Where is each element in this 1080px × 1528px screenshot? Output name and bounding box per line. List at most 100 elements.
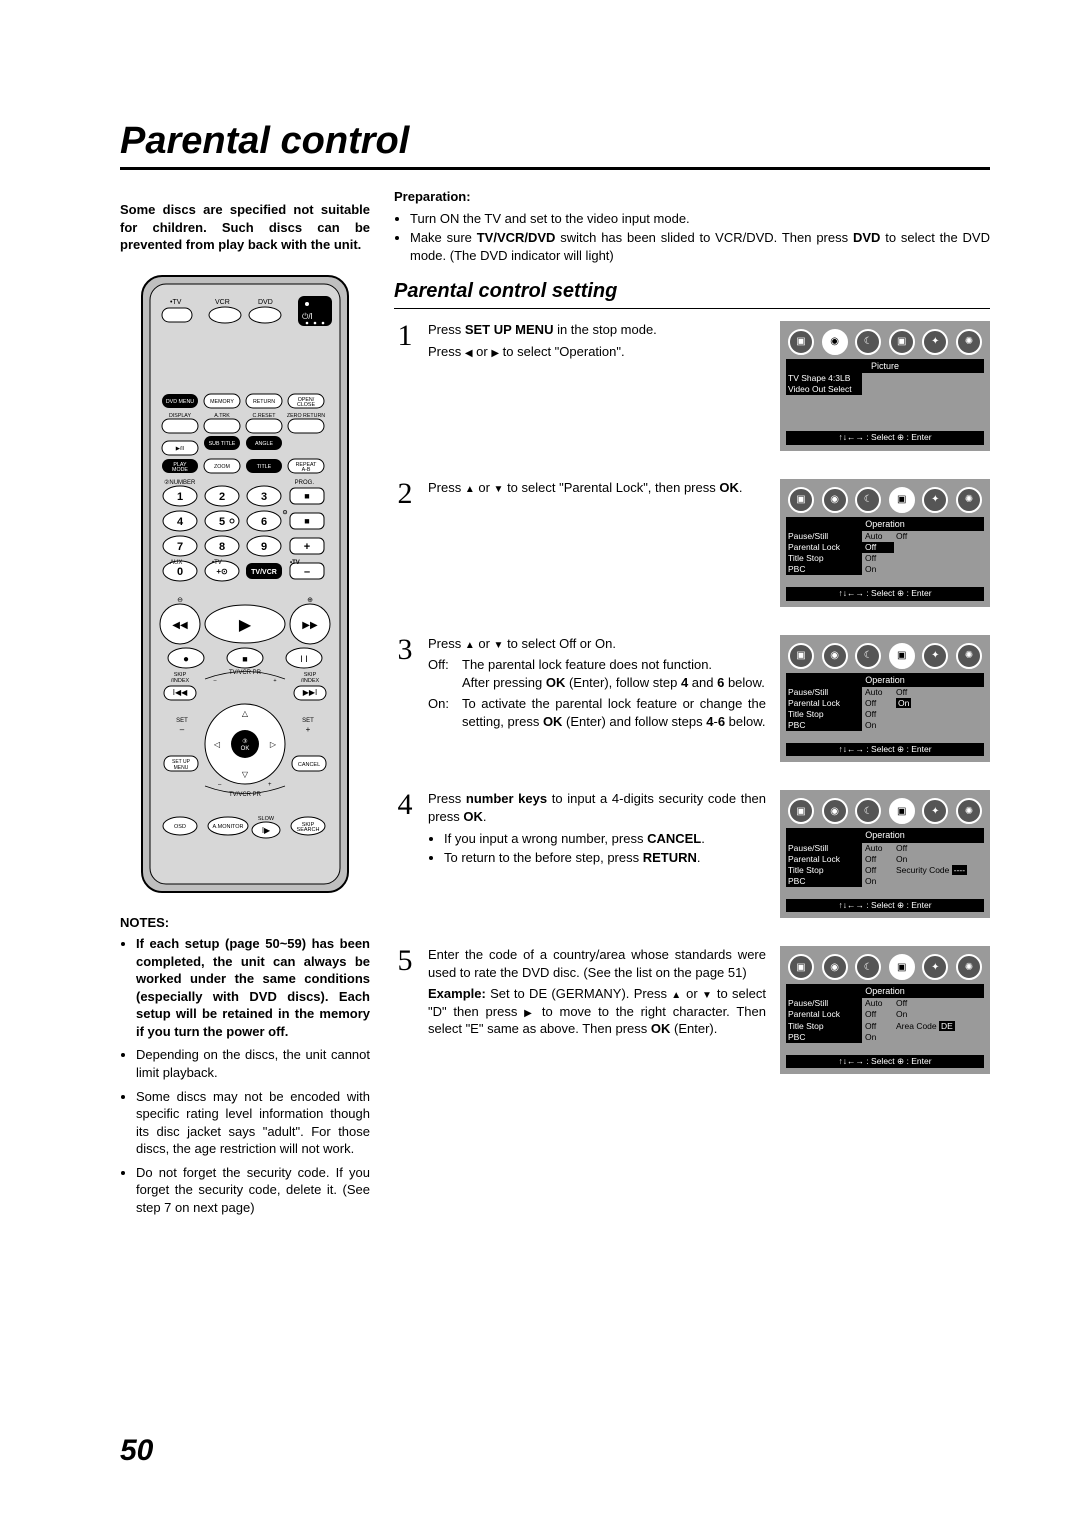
svg-text:⊖: ⊖	[177, 597, 183, 604]
remote-illustration: •TV VCR DVD ⏻/I DVD MENU MEMORY	[140, 274, 350, 894]
svg-text:SUB TITLE: SUB TITLE	[209, 441, 236, 447]
intro-text: Some discs are specified not suitable fo…	[120, 201, 370, 254]
menu-figure-4: ▣◉☾ ▣✦✺ Operation Pause/StillAutoOff Par…	[780, 790, 990, 918]
tab-icon: ☾	[855, 329, 881, 355]
tab-icon-selected: ◉	[822, 329, 848, 355]
svg-text:▶: ▶	[239, 617, 252, 634]
svg-text:•TV: •TV	[212, 560, 222, 566]
svg-text:VCR: VCR	[215, 299, 230, 306]
svg-text:•TV: •TV	[170, 299, 182, 306]
step-text: Enter the code of a country/area whose s…	[428, 946, 766, 1074]
svg-text:OSD: OSD	[174, 824, 186, 830]
svg-text:▶▶I: ▶▶I	[303, 688, 318, 697]
svg-text:▶▶: ▶▶	[302, 620, 318, 631]
menu-figure-3: ▣◉☾ ▣✦✺ Operation Pause/StillAutoOff Par…	[780, 635, 990, 763]
menu-footer: ↑↓←→ : Select ⊕ : Enter	[786, 431, 984, 444]
svg-text:4: 4	[177, 516, 184, 528]
step-5: 5 Enter the code of a country/area whose…	[394, 946, 990, 1074]
menu-figure-2: ▣◉☾ ▣✦✺ Operation Pause/StillAutoOff Par…	[780, 479, 990, 607]
step-1: 1 Press SET UP MENU in the stop mode. Pr…	[394, 321, 990, 451]
svg-text:6: 6	[261, 516, 267, 528]
svg-text:/INDEX: /INDEX	[301, 678, 320, 684]
svg-text:5: 5	[219, 516, 225, 528]
svg-text:MENU: MENU	[174, 765, 189, 771]
svg-text:8: 8	[219, 541, 225, 553]
right-column: Preparation: Turn ON the TV and set to t…	[394, 188, 990, 1222]
svg-text:TV/VCR PR: TV/VCR PR	[229, 792, 262, 798]
svg-text:–: –	[180, 725, 185, 734]
svg-text:●: ●	[183, 654, 189, 665]
svg-text:I◀◀: I◀◀	[173, 688, 188, 697]
svg-text:CLOSE: CLOSE	[297, 402, 315, 408]
svg-text:2: 2	[219, 491, 225, 503]
step-2: 2 Press or to select "Parental Lock", th…	[394, 479, 990, 607]
menu-section-title: Picture	[786, 359, 984, 373]
svg-text:SET: SET	[302, 718, 314, 724]
svg-text:②NUMBER: ②NUMBER	[164, 479, 196, 486]
step-text: Press number keys to input a 4-digits se…	[428, 790, 766, 918]
svg-text:PROG.: PROG.	[295, 480, 315, 486]
svg-text:DVD MENU: DVD MENU	[166, 399, 194, 405]
svg-text:ANGLE: ANGLE	[255, 441, 273, 447]
svg-text:AUX: AUX	[170, 560, 182, 566]
svg-text:DVD: DVD	[258, 299, 273, 306]
svg-text:+⊙: +⊙	[216, 567, 228, 576]
step-number: 4	[394, 790, 416, 820]
svg-text:0: 0	[177, 566, 183, 578]
svg-text:△: △	[242, 709, 249, 718]
svg-text:■: ■	[304, 516, 309, 526]
svg-text:TV/VCR PR: TV/VCR PR	[229, 670, 262, 676]
step-number: 5	[394, 946, 416, 976]
svg-text:▷: ▷	[270, 740, 277, 749]
svg-text:SET: SET	[176, 718, 188, 724]
step-number: 2	[394, 479, 416, 509]
svg-text:7: 7	[177, 541, 183, 553]
tab-icon: ▣	[889, 329, 915, 355]
svg-text:TITLE: TITLE	[257, 464, 272, 470]
svg-text:MEMORY: MEMORY	[210, 399, 234, 405]
svg-text:◀◀: ◀◀	[172, 620, 188, 631]
notes-heading: NOTES:	[120, 914, 370, 932]
svg-text:–: –	[304, 566, 310, 578]
svg-text:/INDEX: /INDEX	[171, 678, 190, 684]
svg-text:⊙: ⊙	[282, 510, 287, 516]
svg-text:DISPLAY: DISPLAY	[169, 413, 191, 419]
svg-text:CANCEL: CANCEL	[298, 762, 320, 768]
svg-text:■: ■	[304, 491, 309, 501]
svg-text:I▶: I▶	[262, 826, 271, 835]
svg-text:+: +	[268, 782, 272, 788]
svg-text:A.TRK: A.TRK	[214, 413, 230, 419]
notes-list: If each setup (page 50~59) has been comp…	[136, 935, 370, 1216]
note-item: Some discs may not be encoded with speci…	[136, 1088, 370, 1158]
menu-figure-1: ▣ ◉ ☾ ▣ ✦ ✺ Picture TV Shape 4:3LB	[780, 321, 990, 451]
svg-text:9: 9	[261, 541, 267, 553]
menu-tab-icons: ▣ ◉ ☾ ▣ ✦ ✺	[786, 327, 984, 359]
svg-text:I I: I I	[300, 654, 308, 664]
svg-text:TV/VCR: TV/VCR	[251, 569, 277, 576]
step-text: Press or to select "Parental Lock", then…	[428, 479, 766, 607]
step-text: Press or to select Off or On. Off:The pa…	[428, 635, 766, 763]
svg-text:③: ③	[242, 738, 247, 745]
svg-text:MODE: MODE	[172, 467, 188, 473]
svg-text:•TV: •TV	[290, 560, 300, 566]
step-number: 1	[394, 321, 416, 351]
note-item: Depending on the discs, the unit cannot …	[136, 1046, 370, 1081]
svg-text:A.MONITOR: A.MONITOR	[212, 824, 243, 830]
step-number: 3	[394, 635, 416, 665]
svg-text:SLOW: SLOW	[258, 816, 275, 822]
svg-text:ZOOM: ZOOM	[214, 464, 230, 470]
svg-text:A-B: A-B	[302, 467, 311, 473]
tab-icon: ✦	[922, 329, 948, 355]
svg-text:⊕: ⊕	[307, 597, 313, 604]
tab-icon: ▣	[788, 329, 814, 355]
page-title: Parental control	[120, 120, 990, 170]
section-subheading: Parental control setting	[394, 278, 990, 309]
svg-text:OK: OK	[241, 746, 250, 752]
svg-text:+: +	[273, 678, 276, 684]
svg-text:■: ■	[242, 654, 247, 664]
svg-text:◁: ◁	[214, 740, 221, 749]
note-item: If each setup (page 50~59) has been comp…	[136, 935, 370, 1040]
step-3: 3 Press or to select Off or On. Off:The …	[394, 635, 990, 763]
svg-text:SEARCH: SEARCH	[297, 827, 320, 833]
svg-text:ZERO RETURN: ZERO RETURN	[287, 413, 325, 419]
